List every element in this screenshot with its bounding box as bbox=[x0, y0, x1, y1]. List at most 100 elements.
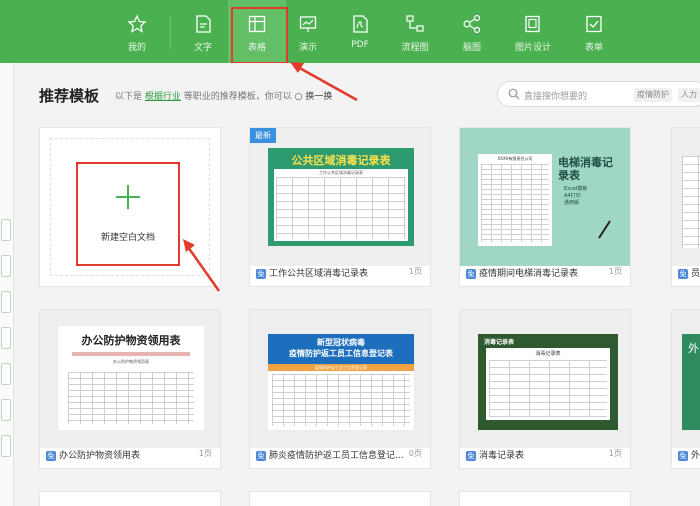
sidebar-marker bbox=[1, 291, 11, 313]
template-card[interactable]: 公共区域消毒记录表 工作公共区域消毒记录表 最新 免工作公共区域消毒记录表 1页 bbox=[249, 127, 431, 287]
toolbar-mindmap[interactable]: 脑图 bbox=[443, 0, 501, 63]
thumbnail-sheet bbox=[682, 156, 700, 248]
template-card[interactable]: 免员工 bbox=[671, 127, 700, 287]
toolbar-label: 我的 bbox=[127, 43, 146, 53]
left-sidebar-strip bbox=[0, 63, 14, 506]
toolbar-label: 流程图 bbox=[401, 43, 429, 53]
thumbnail-bullets: Excel模板 A4打印 通用版 bbox=[564, 186, 587, 207]
thumbnail-company: XXXX有限责任公司 bbox=[497, 156, 533, 161]
thumbnail-subtitle: 消毒记录表 bbox=[535, 351, 561, 357]
highlight-box-new-document: 新建空白文档 bbox=[76, 162, 180, 266]
template-title: 工作公共区域消毒记录表 bbox=[269, 269, 369, 279]
thumbnail-bullet: A4打印 bbox=[564, 193, 581, 199]
template-search-input[interactable]: 直接搜你想要的 疫情防护 人力 bbox=[497, 81, 700, 107]
thumbnail-heading: 电梯消毒记录表 bbox=[558, 156, 613, 182]
template-title: 肺炎疫情防护返工员工信息登记... bbox=[269, 451, 404, 461]
template-title: 员工 bbox=[691, 269, 700, 279]
free-badge: 免 bbox=[678, 450, 688, 461]
template-thumbnail: XXXX有限责任公司 电梯消毒记录表 Excel模板 A4打印 通用版 bbox=[460, 128, 630, 266]
hint-suffix: 等职业的推荐模板，你可以 bbox=[183, 92, 292, 102]
refresh-button[interactable]: ○ 换一换 bbox=[295, 92, 333, 102]
toolbar-label: 表单 bbox=[584, 43, 603, 53]
sidebar-marker bbox=[1, 363, 11, 385]
template-card[interactable]: 办公防护物资领用表 办公防护物资领用表 免办公防护物资领用表 1页 bbox=[39, 309, 221, 469]
thumbnail-heading: 疫情防护返工员工信息登记表 bbox=[289, 349, 393, 358]
presentation-icon bbox=[299, 16, 317, 32]
template-card[interactable]: XXXX有限责任公司 电梯消毒记录表 Excel模板 A4打印 通用版 免疫情期… bbox=[459, 127, 631, 287]
thumbnail-bullet: Excel模板 bbox=[564, 186, 588, 192]
template-caption: 免疫情期间电梯消毒记录表 1页 bbox=[466, 266, 622, 280]
template-title: 消毒记录表 bbox=[479, 451, 525, 461]
hint-prefix: 以下是 bbox=[115, 92, 143, 102]
toolbar-my[interactable]: 我的 bbox=[108, 0, 166, 63]
template-card[interactable] bbox=[39, 491, 221, 506]
thumbnail-note bbox=[72, 352, 190, 356]
sidebar-marker bbox=[1, 219, 11, 241]
refresh-label: 换一换 bbox=[305, 92, 333, 102]
template-thumbnail: 办公防护物资领用表 办公防护物资领用表 bbox=[40, 310, 220, 448]
search-icon bbox=[508, 88, 520, 100]
template-title: 办公防护物资领用表 bbox=[59, 451, 141, 461]
sidebar-marker bbox=[1, 255, 11, 277]
thumbnail-table: 工作公共区域消毒记录表 bbox=[274, 169, 408, 241]
thumbnail-sheet: 公共区域消毒记录表 工作公共区域消毒记录表 bbox=[268, 148, 414, 246]
thumbnail-heading: 公共区域消毒记录表 bbox=[291, 154, 391, 167]
thumbnail-heading: 办公防护物资领用表 bbox=[81, 334, 181, 347]
toolbar-label: 脑图 bbox=[462, 43, 481, 53]
page-count: 1页 bbox=[198, 449, 212, 458]
mindmap-icon bbox=[463, 14, 481, 34]
thumbnail-banner: 新型冠状病毒 疫情防护返工员工信息登记表 bbox=[268, 334, 414, 364]
sidebar-marker bbox=[1, 327, 11, 349]
template-thumbnail: 外 bbox=[672, 310, 700, 448]
thumbnail-sheet: 外 bbox=[682, 334, 700, 430]
search-chip[interactable]: 疫情防护 bbox=[634, 88, 672, 102]
new-blank-document-card[interactable]: 新建空白文档 bbox=[39, 127, 221, 287]
page-count: 1页 bbox=[608, 449, 622, 458]
search-chip[interactable]: 人力 bbox=[678, 88, 700, 102]
plus-icon bbox=[127, 185, 129, 209]
toolbar-label: 文字 bbox=[193, 43, 212, 53]
sidebar-marker bbox=[1, 435, 11, 457]
template-caption: 免外 bbox=[678, 448, 700, 462]
toolbar-image-design[interactable]: 图片设计 bbox=[504, 0, 562, 63]
template-caption: 免肺炎疫情防护返工员工信息登记... 0页 bbox=[256, 448, 422, 462]
free-badge: 免 bbox=[256, 450, 266, 461]
thumbnail-sheet: XXXX有限责任公司 bbox=[478, 154, 552, 246]
sidebar-marker bbox=[1, 399, 11, 421]
toolbar-flowchart[interactable]: 流程图 bbox=[386, 0, 444, 63]
new-document-label: 新建空白文档 bbox=[100, 233, 155, 243]
thumbnail-subtitle: 工作公共区域消毒记录表 bbox=[319, 170, 363, 175]
industry-link[interactable]: 根据行业 bbox=[145, 92, 181, 102]
thumbnail-grid bbox=[276, 177, 406, 239]
toolbar-label: PDF bbox=[351, 40, 369, 50]
highlight-box-spreadsheet bbox=[231, 7, 288, 64]
thumbnail-heading: 外 bbox=[688, 342, 699, 355]
toolbar-writer[interactable]: 文字 bbox=[174, 0, 232, 63]
free-badge: 免 bbox=[46, 450, 56, 461]
template-title: 疫情期间电梯消毒记录表 bbox=[479, 269, 579, 279]
thumbnail-table: 消毒记录表 bbox=[486, 348, 610, 420]
toolbar-pdf[interactable]: PDF bbox=[331, 0, 389, 63]
thumbnail-grid bbox=[481, 164, 549, 242]
template-card[interactable]: 外 免外 bbox=[671, 309, 700, 469]
page-count: 0页 bbox=[408, 449, 422, 458]
search-placeholder: 直接搜你想要的 bbox=[524, 92, 588, 102]
template-card[interactable] bbox=[249, 491, 431, 506]
thumbnail-grid bbox=[489, 360, 607, 417]
template-thumbnail: 消毒记录表 消毒记录表 bbox=[460, 310, 630, 448]
template-title: 外 bbox=[691, 451, 700, 461]
toolbar-label: 图片设计 bbox=[514, 43, 551, 53]
star-icon bbox=[127, 14, 147, 33]
free-badge: 免 bbox=[678, 268, 688, 279]
template-gallery: 推荐模板 以下是 根据行业 等职业的推荐模板，你可以 ○ 换一换 直接搜你想要的… bbox=[15, 63, 700, 506]
template-caption: 免工作公共区域消毒记录表 1页 bbox=[256, 266, 422, 280]
document-icon bbox=[196, 15, 211, 33]
template-card[interactable]: 消毒记录表 消毒记录表 免消毒记录表 1页 bbox=[459, 309, 631, 469]
template-caption: 免消毒记录表 1页 bbox=[466, 448, 622, 462]
template-card[interactable]: 新型冠状病毒 疫情防护返工员工信息登记表 疫情防护返工员工信息登记表 免肺炎疫情… bbox=[249, 309, 431, 469]
toolbar-form[interactable]: 表单 bbox=[565, 0, 623, 63]
section-hint: 以下是 根据行业 等职业的推荐模板，你可以 ○ 换一换 bbox=[115, 89, 332, 102]
template-card[interactable] bbox=[459, 491, 631, 506]
pen-icon bbox=[598, 220, 611, 239]
flowchart-icon bbox=[406, 15, 424, 32]
